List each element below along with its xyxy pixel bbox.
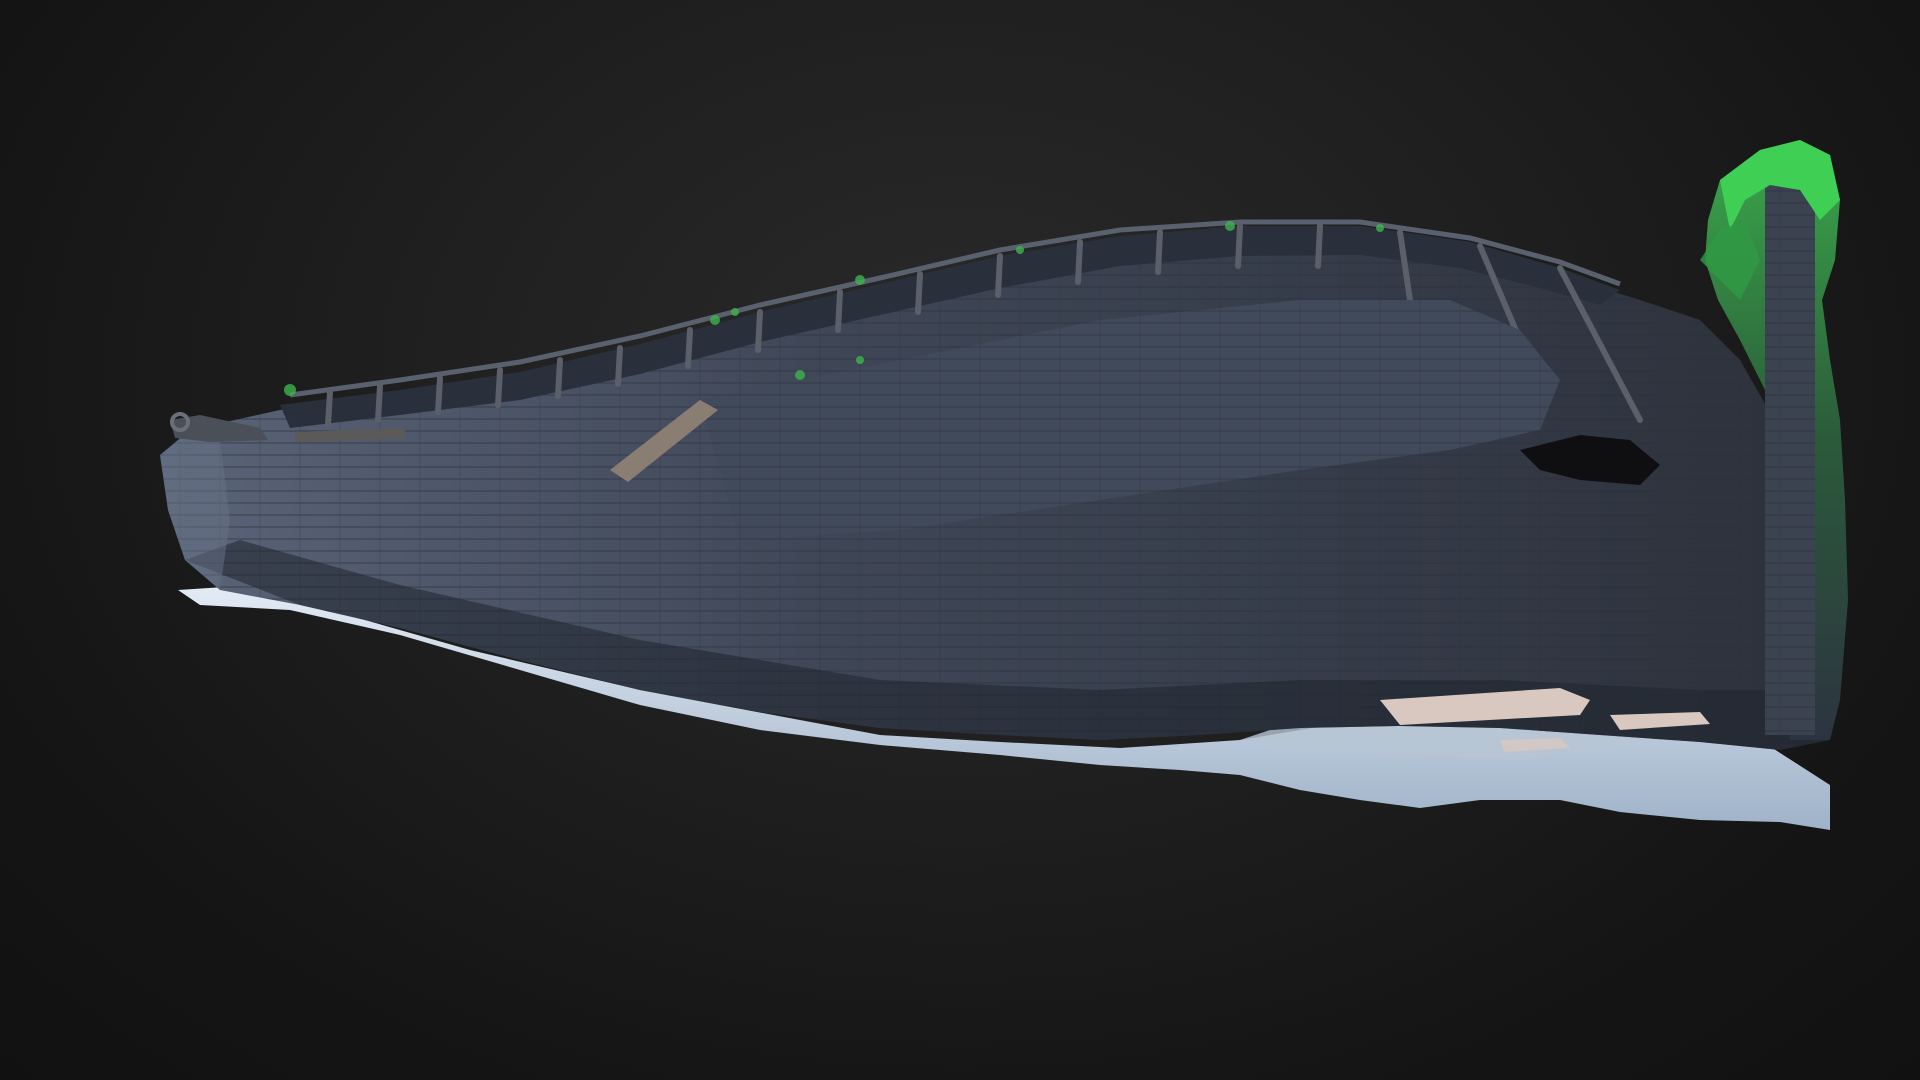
shipwreck-model	[160, 140, 1848, 830]
model-viewer-canvas[interactable]	[0, 0, 1920, 1080]
